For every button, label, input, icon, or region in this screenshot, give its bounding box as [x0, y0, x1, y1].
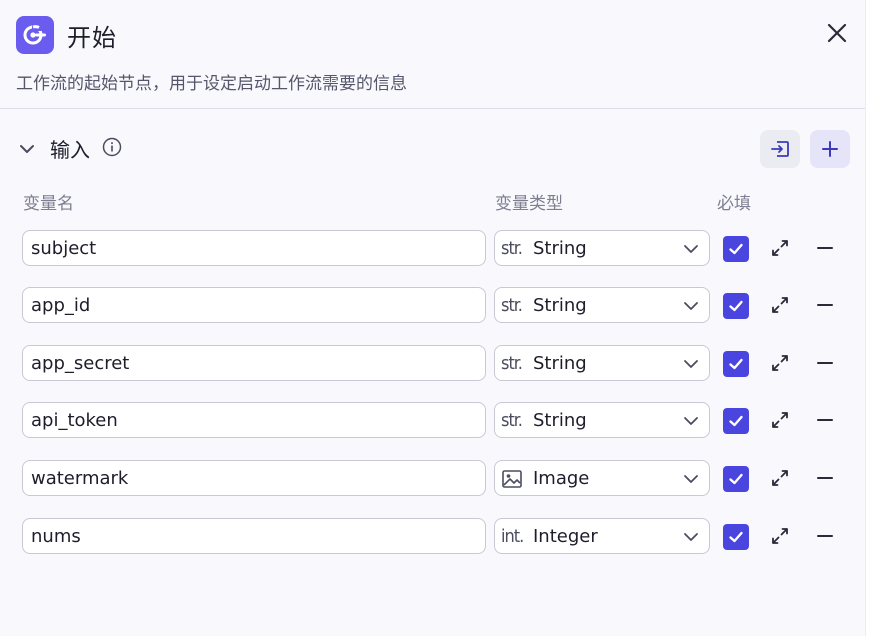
chevron-down-icon[interactable]: [16, 138, 38, 160]
column-header-name: 变量名: [23, 194, 74, 214]
type-label: Integer: [533, 526, 598, 547]
image-icon: [502, 470, 522, 488]
minus-icon[interactable]: [816, 468, 834, 488]
variable-type-select[interactable]: str. String: [494, 402, 710, 438]
variable-name-input[interactable]: [22, 287, 486, 323]
page-title: 开始: [67, 24, 117, 52]
check-icon: [729, 358, 743, 370]
expand-icon[interactable]: [770, 295, 790, 315]
start-node-icon: [16, 16, 54, 54]
variable-row: str. String: [22, 402, 852, 442]
minus-icon[interactable]: [816, 353, 834, 373]
type-prefix: int.: [501, 526, 524, 547]
required-checkbox[interactable]: [723, 408, 749, 434]
import-icon: [771, 141, 789, 157]
minus-icon[interactable]: [816, 295, 834, 315]
type-label: Image: [533, 468, 590, 489]
chevron-down-icon: [684, 360, 698, 368]
node-config-panel: 开始 工作流的起始节点，用于设定启动工作流需要的信息 输入 变量名 变量类型 必…: [0, 0, 866, 636]
check-icon: [729, 531, 743, 543]
chevron-down-icon: [684, 475, 698, 483]
variable-name-input[interactable]: [22, 345, 486, 381]
check-icon: [729, 243, 743, 255]
variable-name-input[interactable]: [22, 230, 486, 266]
node-description: 工作流的起始节点，用于设定启动工作流需要的信息: [16, 74, 407, 94]
type-prefix: str.: [501, 295, 523, 316]
plus-icon: [822, 141, 838, 157]
header-divider: [0, 108, 866, 109]
expand-icon[interactable]: [770, 238, 790, 258]
required-checkbox[interactable]: [723, 466, 749, 492]
variable-row: str. String: [22, 287, 852, 327]
check-icon: [729, 300, 743, 312]
scrollbar-edge: [865, 0, 870, 636]
inputs-section-header: 输入: [16, 130, 850, 170]
expand-icon[interactable]: [770, 468, 790, 488]
expand-icon[interactable]: [770, 410, 790, 430]
type-prefix: str.: [501, 353, 523, 374]
variable-type-select[interactable]: str. String: [494, 345, 710, 381]
variable-name-input[interactable]: [22, 402, 486, 438]
add-variable-button[interactable]: [810, 130, 850, 168]
panel-header: 开始: [16, 14, 850, 58]
type-prefix: str.: [501, 410, 523, 431]
variable-type-select[interactable]: str. String: [494, 230, 710, 266]
minus-icon[interactable]: [816, 238, 834, 258]
info-icon[interactable]: [102, 137, 122, 157]
required-checkbox[interactable]: [723, 524, 749, 550]
variable-name-input[interactable]: [22, 460, 486, 496]
variable-name-input[interactable]: [22, 518, 486, 554]
type-prefix: str.: [501, 238, 523, 259]
variable-row: int. Integer: [22, 518, 852, 558]
minus-icon[interactable]: [816, 410, 834, 430]
required-checkbox[interactable]: [723, 293, 749, 319]
column-header-required: 必填: [717, 194, 751, 214]
chevron-down-icon: [684, 302, 698, 310]
close-icon: [827, 23, 847, 43]
type-label: String: [533, 238, 587, 259]
section-title: 输入: [50, 138, 90, 162]
required-checkbox[interactable]: [723, 351, 749, 377]
check-icon: [729, 415, 743, 427]
expand-icon[interactable]: [770, 353, 790, 373]
check-icon: [729, 473, 743, 485]
required-checkbox[interactable]: [723, 236, 749, 262]
type-label: String: [533, 353, 587, 374]
variable-row: str. String: [22, 345, 852, 385]
expand-icon[interactable]: [770, 526, 790, 546]
close-button[interactable]: [824, 20, 850, 46]
import-variables-button[interactable]: [760, 130, 800, 168]
variable-row: str. String: [22, 230, 852, 270]
chevron-down-icon: [684, 417, 698, 425]
column-header-type: 变量类型: [495, 194, 563, 214]
minus-icon[interactable]: [816, 526, 834, 546]
chevron-down-icon: [684, 245, 698, 253]
chevron-down-icon: [684, 533, 698, 541]
variable-type-select[interactable]: str. String: [494, 287, 710, 323]
type-label: String: [533, 295, 587, 316]
variable-row: Image: [22, 460, 852, 500]
variable-type-select[interactable]: Image: [494, 460, 710, 496]
variable-type-select[interactable]: int. Integer: [494, 518, 710, 554]
type-label: String: [533, 410, 587, 431]
